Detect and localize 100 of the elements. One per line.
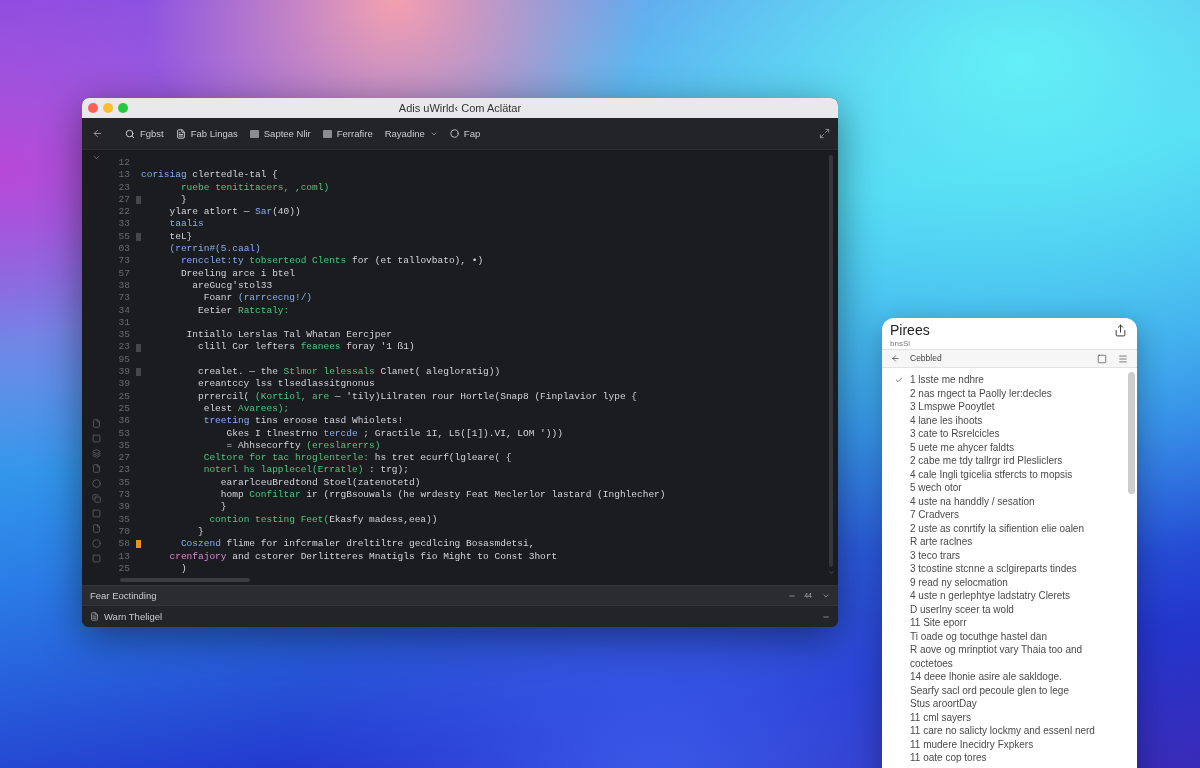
list-item[interactable]: 3 tcostine stcnne a sclgireparts tindes [910, 562, 1124, 576]
list-item[interactable]: 4 uste n gerlephtye ladstatry Clerets [910, 589, 1124, 603]
list-item[interactable]: 9 read ny selocmation [910, 575, 1124, 589]
list-item[interactable]: 11 oate cop tores [910, 751, 1124, 765]
list-item[interactable]: 7 Cradvers [910, 508, 1124, 522]
line-number: 39 [117, 366, 130, 379]
code-line: teL} [169, 230, 193, 244]
layers-icon[interactable] [91, 449, 101, 458]
list-item[interactable]: Stus aroortDay [910, 697, 1124, 711]
back-arrow-icon[interactable] [92, 128, 103, 139]
line-number: 70 [117, 525, 130, 539]
list-item[interactable]: Ti oade og tocuthge hastel dan [910, 629, 1124, 643]
toolbar-button[interactable]: Fgbst [125, 127, 164, 140]
minimize-button[interactable] [103, 103, 113, 113]
code-line: clill Cor lefters feanees foray '1 ß1) [198, 341, 415, 354]
toolbar-button[interactable]: Fap [449, 127, 481, 140]
square-icon[interactable] [91, 434, 101, 443]
copy-icon[interactable] [91, 494, 101, 503]
line-number: 38 [117, 279, 130, 293]
code-line: Dreeling arce i btel [180, 267, 295, 280]
scroll-bar[interactable] [1127, 372, 1135, 494]
line-number: 73 [117, 255, 130, 268]
list-item[interactable]: D userlny sceer ta wold [910, 602, 1124, 616]
list-item[interactable]: 4 lane les ihoots [910, 413, 1124, 427]
list-item[interactable]: 3 cate to Rsrelcicles [910, 427, 1124, 441]
line-number: 39 [117, 501, 130, 514]
line-number: 55 [117, 230, 130, 244]
diagonal-arrows-icon[interactable] [819, 128, 830, 139]
line-number: 39 [117, 378, 130, 391]
list-item[interactable]: R arte raclnes [910, 535, 1124, 549]
code-line: = Ahhsecorfty (ereslarerrs) [226, 439, 381, 453]
code-line: crenfajory and cstorer Derlitteres Mnatigls fio Might to Const 3hort [169, 550, 558, 563]
line-number: 36 [117, 415, 130, 428]
list-item[interactable]: 5 uete me ahycer faldts [910, 440, 1124, 454]
list-item[interactable]: 2 nas rngect ta Paolly ler:decles [910, 386, 1124, 400]
line-number: 03 [117, 243, 130, 256]
panel-header[interactable]: Warn Theligel [82, 605, 838, 627]
list-item[interactable]: 2 uste as conrtify la sifiention elie oalen [910, 521, 1124, 535]
file-icon[interactable] [91, 419, 101, 428]
code-line: Foanr (rarrcecng!/) [203, 292, 313, 305]
list-item[interactable]: 11 cml sayers [910, 710, 1124, 724]
toolbar-button[interactable]: Ferrafire [322, 127, 373, 140]
toolbar-button[interactable]: Fab Lingas [175, 127, 238, 140]
code-line: prrercil( (Kortiol, are — 'tily)Lilraten rour Hortle(Snap8 (Finplavior lype { [198, 390, 637, 403]
code-line: ylare atlort — Sar(40)) [169, 206, 301, 219]
line-number: 25 [117, 402, 130, 416]
list-item[interactable]: 3 teco trars [910, 548, 1124, 562]
file-icon [175, 128, 186, 139]
line-number: 34 [117, 304, 130, 317]
list-item[interactable]: R aove og mrinptiot vary Thaia too and coctetoes [910, 643, 1124, 670]
line-number: 57 [117, 267, 130, 280]
code-line: Gkes I tlnestrno tercde ; Gractile 1I, L5([1]).VI, LOM '))) [226, 427, 563, 440]
list-item[interactable]: Searfy sacl ord pecoule glen to lege [910, 683, 1124, 697]
line-number: 27 [117, 452, 130, 465]
list-item[interactable]: 11 mudere Inecidry Fxpkers [910, 737, 1124, 751]
maximize-button[interactable] [118, 103, 128, 113]
code-line: treeting tins eroose tasd Whiolets! [203, 415, 404, 428]
line-number: 73 [117, 489, 130, 502]
check-icon[interactable] [895, 375, 903, 384]
line-number: 31 [117, 316, 130, 330]
close-button[interactable] [88, 103, 98, 113]
scroll-down-icon[interactable] [827, 569, 835, 576]
share-icon[interactable] [1114, 324, 1127, 337]
list-item[interactable]: 11 care no salicty lockmy and essenl nerd [910, 724, 1124, 738]
menu-icon[interactable] [1118, 353, 1128, 364]
square-icon[interactable] [91, 554, 101, 563]
chevron-down-icon[interactable] [91, 153, 101, 162]
list-item[interactable]: 2 cabe me tdy tallrgr ird Plesliclers [910, 454, 1124, 468]
list-item[interactable]: 14 deee lhonie asire ale sakldoge. [910, 670, 1124, 684]
code-line: Eetier Ratctaly: [198, 304, 290, 317]
toolbar-button[interactable]: Saptee Nlir [249, 127, 311, 140]
panel-title: Fear Eoctinding [90, 589, 157, 602]
line-number: 53 [117, 427, 130, 440]
line-number: 13 [117, 550, 130, 563]
file-icon[interactable] [91, 524, 101, 533]
list-item[interactable]: 5 wech otor [910, 481, 1124, 495]
list-item[interactable]: 1 lsste me ndhre [910, 373, 1124, 387]
dropdown-button[interactable]: Rayadine [384, 127, 438, 140]
circle-icon[interactable] [91, 479, 101, 488]
list-item[interactable]: 4 uste na handdly / sesation [910, 494, 1124, 508]
square-icon [249, 129, 259, 138]
circle-icon[interactable] [91, 539, 101, 548]
list-item[interactable]: 4 cale Ingli tgicelia stfercts to mopsis [910, 467, 1124, 481]
code-line: } [180, 193, 187, 207]
scroll-bar[interactable] [120, 578, 250, 583]
square-icon[interactable] [91, 509, 101, 518]
square-icon[interactable] [1097, 353, 1107, 364]
line-number: 33 [117, 218, 130, 231]
circle-icon [449, 129, 459, 138]
line-number: 35 [117, 329, 130, 342]
line-number: 12 [117, 157, 130, 170]
file-icon[interactable] [91, 464, 101, 473]
list-item[interactable]: 3 Lmspwe Pooytlet [910, 400, 1124, 414]
back-arrow-icon[interactable] [891, 354, 900, 363]
code-line: ruebe tenititacers, ,coml) [180, 181, 330, 194]
code-line: areGucg'stol33 [192, 279, 273, 293]
list-item[interactable]: 11 Site eporr [910, 616, 1124, 630]
square-icon [322, 129, 332, 138]
line-number: 35 [117, 439, 130, 453]
line-number: 27 [117, 193, 130, 207]
